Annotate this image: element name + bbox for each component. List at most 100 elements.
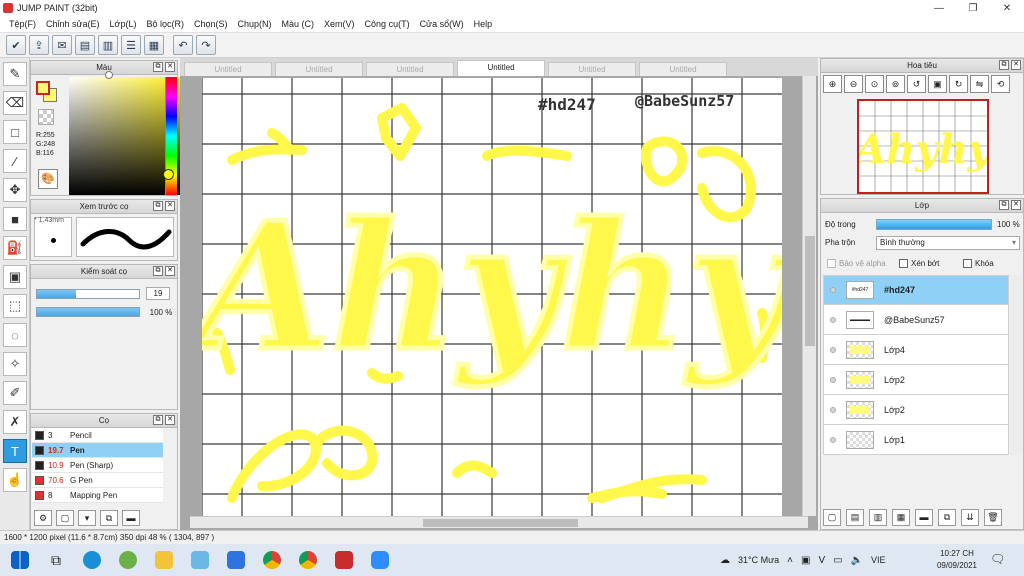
- restore-button[interactable]: ❐: [956, 0, 990, 16]
- menu-edit[interactable]: Chỉnh sửa(E): [41, 19, 105, 29]
- paint-icon[interactable]: [186, 546, 214, 574]
- notification-icon[interactable]: 🗨: [990, 552, 1005, 566]
- files-icon[interactable]: [150, 546, 178, 574]
- duplicate-layer-icon[interactable]: ⧉: [938, 509, 956, 526]
- comment-icon[interactable]: ✉: [52, 35, 72, 55]
- tab-untitled[interactable]: Untitled: [639, 62, 727, 76]
- brush-opacity-slider[interactable]: [36, 307, 140, 317]
- visibility-icon[interactable]: [830, 287, 836, 293]
- visibility-icon[interactable]: [830, 316, 836, 323]
- chrome-icon[interactable]: [258, 546, 286, 574]
- new-brush-icon[interactable]: ▢: [56, 510, 74, 526]
- layer-row[interactable]: Lớp4: [823, 335, 1009, 365]
- close-icon[interactable]: ✕: [165, 201, 175, 211]
- tab-untitled[interactable]: Untitled: [184, 62, 272, 76]
- network-icon[interactable]: ▭: [833, 555, 842, 566]
- zoom-out-icon[interactable]: ⊖: [844, 75, 863, 93]
- menu-capture[interactable]: Chụp(N): [233, 19, 277, 29]
- chat-icon[interactable]: ▤: [75, 35, 95, 55]
- zalo-icon[interactable]: [222, 546, 250, 574]
- close-icon[interactable]: ✕: [1011, 200, 1021, 210]
- zoom-actual-icon[interactable]: ⊙: [865, 75, 884, 93]
- app-tray-icon[interactable]: ▣: [801, 555, 810, 566]
- list-icon[interactable]: ☰: [121, 35, 141, 55]
- float-icon[interactable]: ⧉: [153, 62, 163, 72]
- float-icon[interactable]: ⧉: [999, 60, 1009, 70]
- foreground-color-swatch[interactable]: [36, 81, 50, 95]
- list-item[interactable]: 3 Pencil: [32, 428, 163, 443]
- jump-paint-icon[interactable]: [330, 546, 358, 574]
- rotate-left-icon[interactable]: ↺: [907, 75, 926, 93]
- zoom-in-icon[interactable]: ⊕: [823, 75, 842, 93]
- windows-icon[interactable]: [6, 546, 34, 574]
- eraser-icon[interactable]: ⌫: [3, 91, 27, 115]
- reset-icon[interactable]: ⟲: [991, 75, 1010, 93]
- edge-icon[interactable]: [78, 546, 106, 574]
- new-layer-icon[interactable]: ▢: [823, 509, 841, 526]
- lasso-icon[interactable]: ◌: [3, 323, 27, 347]
- lock-checkbox[interactable]: Khóa: [963, 259, 994, 268]
- chrome-icon[interactable]: [294, 546, 322, 574]
- tab-untitled[interactable]: Untitled: [275, 62, 363, 76]
- select-pen-icon[interactable]: ✐: [3, 381, 27, 405]
- merge-layer-icon[interactable]: ⇊: [961, 509, 979, 526]
- layer-row[interactable]: Lớp1: [823, 425, 1009, 455]
- menu-tools[interactable]: Công cụ(T): [360, 19, 415, 29]
- copy-brush-icon[interactable]: ⧉: [100, 510, 118, 526]
- navigator-thumbnail[interactable]: Ahyhy: [857, 99, 989, 194]
- close-icon[interactable]: ✕: [1011, 60, 1021, 70]
- brush-settings-icon[interactable]: ⚙: [34, 510, 52, 526]
- layer-row[interactable]: Lớp2: [823, 395, 1009, 425]
- layer-row[interactable]: ▬▬▬▬ @BabeSunz57: [823, 305, 1009, 335]
- grid-icon[interactable]: ▦: [144, 35, 164, 55]
- text-icon[interactable]: T: [3, 439, 27, 463]
- list-item[interactable]: 70.6 G Pen: [32, 473, 163, 488]
- rectangle-icon[interactable]: □: [3, 120, 27, 144]
- clock[interactable]: 10:27 CH 09/09/2021: [932, 548, 982, 572]
- layer-row[interactable]: Lớp2: [823, 365, 1009, 395]
- vertical-scroll-thumb[interactable]: [805, 236, 815, 346]
- list-item[interactable]: 8 Mapping Pen: [32, 488, 163, 503]
- color-picker-cursor[interactable]: [105, 71, 113, 79]
- flip-icon[interactable]: ⇋: [970, 75, 989, 93]
- visibility-icon[interactable]: [830, 406, 836, 413]
- fit-window-icon[interactable]: ▣: [928, 75, 947, 93]
- layer-scrollbar[interactable]: [1010, 275, 1022, 455]
- blend-mode-select[interactable]: Bình thường: [876, 236, 1020, 250]
- protect-alpha-checkbox[interactable]: Bảo vệ alpha: [827, 259, 886, 268]
- hue-slider-handle[interactable]: [163, 169, 174, 180]
- close-icon[interactable]: ✕: [165, 62, 175, 72]
- tab-untitled[interactable]: Untitled: [548, 62, 636, 76]
- horizontal-scrollbar[interactable]: [190, 516, 808, 528]
- checkbox-box[interactable]: [899, 259, 908, 268]
- select-rect-icon[interactable]: ⬚: [3, 294, 27, 318]
- close-button[interactable]: ✕: [990, 0, 1024, 16]
- close-icon[interactable]: ✕: [165, 415, 175, 425]
- checkbox-box[interactable]: [963, 259, 972, 268]
- folder-icon[interactable]: ▬: [122, 510, 140, 526]
- menu-color[interactable]: Màu (C): [277, 19, 320, 29]
- float-icon[interactable]: ⧉: [153, 415, 163, 425]
- chevron-up-icon[interactable]: ˄: [787, 555, 793, 566]
- share-icon[interactable]: ⇪: [29, 35, 49, 55]
- menu-file[interactable]: Tệp(F): [4, 19, 41, 29]
- select-eraser-icon[interactable]: ✗: [3, 410, 27, 434]
- gradient-icon[interactable]: ▣: [3, 265, 27, 289]
- move-icon[interactable]: ✥: [3, 178, 27, 202]
- visibility-icon[interactable]: [830, 346, 836, 353]
- new-halftone-layer-icon[interactable]: ▦: [892, 509, 910, 526]
- layer-opacity-slider[interactable]: [876, 219, 992, 230]
- app-icon[interactable]: [114, 546, 142, 574]
- float-icon[interactable]: ⧉: [999, 200, 1009, 210]
- tab-untitled[interactable]: Untitled: [366, 62, 454, 76]
- fill-rect-icon[interactable]: ■: [3, 207, 27, 231]
- bucket-icon[interactable]: ⛽: [3, 236, 27, 260]
- hand-icon[interactable]: ☝: [3, 468, 27, 492]
- brush-size-value[interactable]: 19: [146, 287, 170, 300]
- menu-view[interactable]: Xem(V): [319, 19, 360, 29]
- list-item[interactable]: 19.7 Pen: [32, 443, 163, 458]
- vertical-scrollbar[interactable]: [802, 76, 816, 516]
- weather-icon[interactable]: ☁: [720, 555, 730, 566]
- clipping-checkbox[interactable]: Xén bớt: [899, 259, 939, 268]
- brush-icon[interactable]: ⁄: [3, 149, 27, 173]
